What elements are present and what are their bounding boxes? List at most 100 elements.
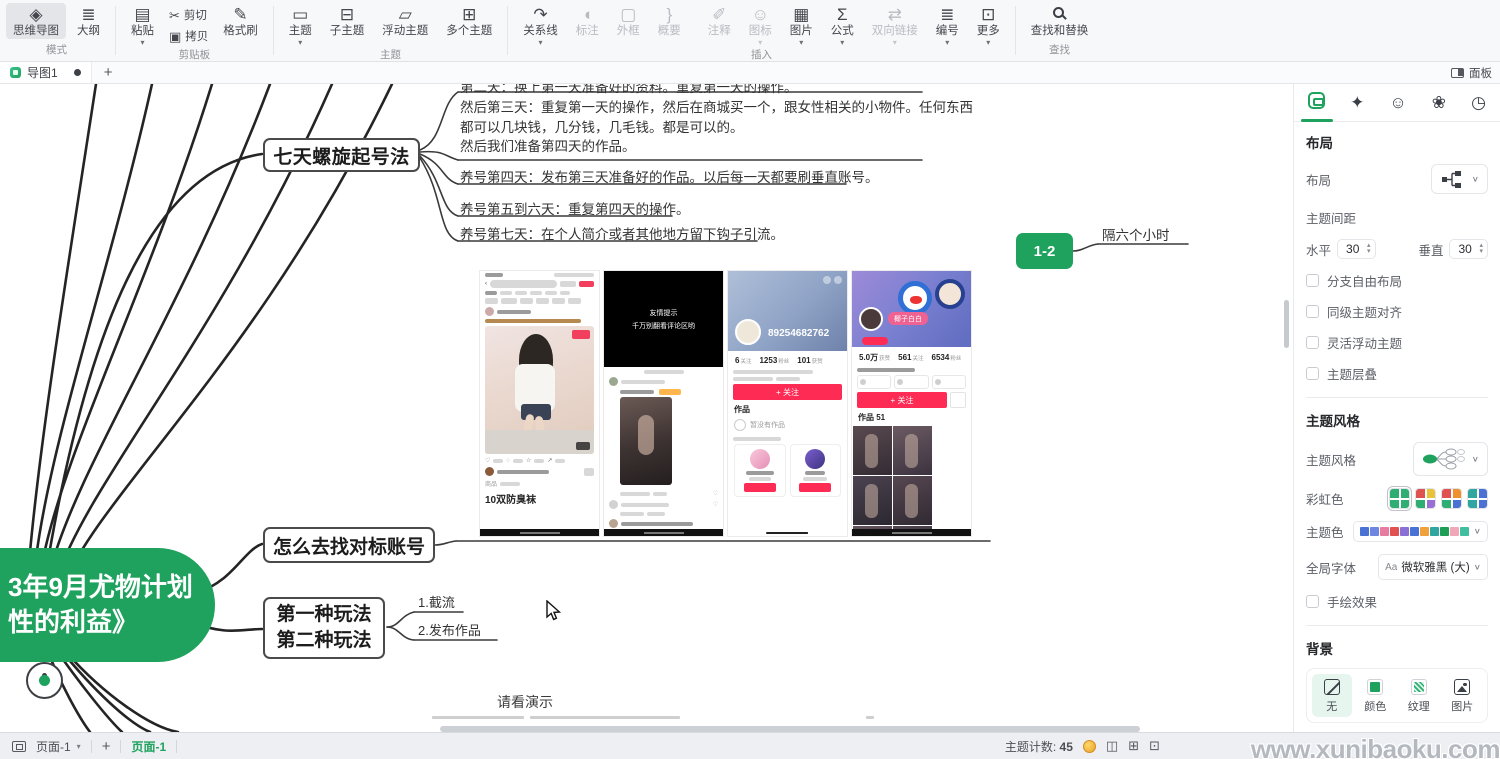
tab-style[interactable]: ✦: [1350, 93, 1364, 121]
comment-button[interactable]: ✐ 注释: [701, 3, 738, 39]
theme-style-dropdown[interactable]: ∨: [1413, 442, 1488, 476]
panel-toggle-button[interactable]: 面板: [1451, 65, 1500, 81]
checkbox: [1306, 274, 1319, 287]
image-button[interactable]: ▦ 图片 ▾: [783, 3, 820, 47]
note-interval[interactable]: 隔六个小时: [1102, 224, 1170, 244]
floating-topic-button[interactable]: ▱ 浮动主题: [375, 3, 435, 39]
topic-count: 主题计数: 45: [1005, 738, 1073, 755]
bg-option-texture[interactable]: 纹理: [1399, 674, 1439, 717]
checkbox-free-layout[interactable]: 分支自由布局: [1306, 271, 1488, 290]
cut-button[interactable]: ✂ 剪切: [165, 6, 212, 24]
grid-view-icon[interactable]: ⊞: [1128, 738, 1139, 754]
theme-color-dropdown[interactable]: ∨: [1353, 521, 1488, 542]
note-play-child-2[interactable]: 2.发布作品: [418, 620, 481, 639]
layout-dropdown[interactable]: ∨: [1431, 164, 1488, 194]
topic-node-play-methods[interactable]: 第一种玩法 第二种玩法: [263, 597, 385, 659]
tab-materials[interactable]: ❀: [1432, 93, 1446, 121]
note-day2[interactable]: 第二天：换上第一天准备好的资料。重复第一天的操作。: [460, 84, 798, 96]
subtopic-icon: ⊟: [340, 6, 354, 24]
mindmap-canvas[interactable]: 3年9月尤物计划 性的利益》 七天螺旋起号法 怎么去找对标账号 第一种玩法 第二…: [0, 84, 1293, 732]
tab-layout[interactable]: [1308, 92, 1325, 122]
formula-icon: Σ: [837, 6, 848, 24]
note-demo[interactable]: 请看演示: [497, 692, 553, 712]
checkbox-topic-overlap[interactable]: 主题层叠: [1306, 364, 1488, 383]
checkbox-flexible-floating[interactable]: 灵活浮动主题: [1306, 333, 1488, 352]
vertical-spacing-stepper[interactable]: 30 ▴▾: [1449, 239, 1488, 259]
outline-mode-button[interactable]: ≣ 大纲: [70, 3, 107, 39]
find-replace-button[interactable]: 查找和替换: [1024, 3, 1096, 39]
numbering-button[interactable]: ≣ 编号 ▾: [929, 3, 966, 47]
aa-icon: Aa: [1385, 562, 1397, 573]
mindmap-mode-button[interactable]: ◈ 思维导图: [6, 3, 66, 39]
home-indicator: [480, 529, 599, 536]
checkbox-sibling-align[interactable]: 同级主题对齐: [1306, 302, 1488, 321]
vertical-scrollbar[interactable]: [1284, 300, 1289, 348]
bg-option-color[interactable]: 颜色: [1356, 674, 1396, 717]
tab-history[interactable]: ◷: [1471, 93, 1486, 121]
add-page-button[interactable]: +: [102, 738, 111, 755]
note-day4[interactable]: 养号第四天：发布第三天准备好的作品。以后每一天都要刷垂直账号。: [460, 166, 879, 186]
boundary-button[interactable]: ▢ 外框: [610, 3, 647, 39]
global-font-dropdown[interactable]: Aa 微软雅黑 (大) ∨: [1378, 554, 1488, 580]
floating-presenter-button[interactable]: [26, 662, 63, 699]
home-indicator: [604, 529, 723, 536]
topic-button[interactable]: ▭ 主题 ▾: [282, 3, 319, 47]
chevron-down-icon: ▾: [77, 742, 81, 751]
bidirectional-link-button[interactable]: ⇄ 双向链接 ▾: [865, 3, 925, 47]
rainbow-option-1[interactable]: [1389, 488, 1410, 509]
summary-button[interactable]: } 概要: [651, 3, 688, 39]
works-label: 作品: [728, 400, 847, 416]
horizontal-spacing-stepper[interactable]: 30 ▴▾: [1337, 239, 1376, 259]
chevron-down-icon: ∨: [1472, 455, 1479, 464]
note-play-child-1[interactable]: 1.截流: [418, 592, 455, 611]
topic-node-find-benchmark[interactable]: 怎么去找对标账号: [263, 527, 435, 563]
horizontal-label: 水平: [1306, 240, 1331, 259]
cartoon-banner: [898, 281, 932, 315]
rainbow-option-2[interactable]: [1415, 488, 1436, 509]
topic-node-seven-day-method[interactable]: 七天螺旋起号法: [263, 138, 420, 172]
root-topic-node[interactable]: 3年9月尤物计划 性的利益》: [0, 548, 215, 662]
medal-icon: [1083, 740, 1096, 753]
paste-button[interactable]: ▤ 粘贴 ▾: [124, 3, 161, 47]
history-clock-icon: ◷: [1471, 93, 1486, 112]
screenshot-profile-works: 椰子白白 5.0万获赞 561关注 6534粉丝 + 关注: [851, 270, 972, 537]
format-painter-button[interactable]: ✎ 格式刷: [216, 3, 265, 39]
copy-icon: ▣: [169, 29, 181, 44]
multi-topic-button[interactable]: ⊞ 多个主题: [439, 3, 499, 39]
comment-icon: ✐: [712, 6, 726, 24]
page-tab-active[interactable]: 页面-1: [131, 738, 166, 755]
bg-option-none[interactable]: 无: [1312, 674, 1352, 717]
checkbox-sketch-effect[interactable]: 手绘效果: [1306, 592, 1488, 611]
ribbon-separator: [115, 6, 116, 55]
texture-icon: [1411, 679, 1427, 695]
note-day3[interactable]: 然后第三天：重复第一天的操作，然后在商城买一个，跟女性相关的小物件。任何东西 都…: [460, 98, 973, 157]
add-document-tab-button[interactable]: +: [92, 64, 125, 81]
tab-stickers[interactable]: ☺: [1389, 93, 1406, 121]
copy-button[interactable]: ▣ 拷贝: [165, 27, 212, 45]
none-icon: [1324, 679, 1340, 695]
rainbow-option-3[interactable]: [1441, 488, 1462, 509]
note-day5-6[interactable]: 养号第五到六天：重复第四天的操作。: [460, 198, 690, 218]
formula-button[interactable]: Σ 公式 ▾: [824, 3, 861, 47]
ribbon-group-mode: ◈ 思维导图 ≣ 大纲 模式: [0, 0, 113, 61]
empty-works-row: 暂没有作品: [728, 416, 847, 434]
bg-option-image[interactable]: 图片: [1443, 674, 1483, 717]
rainbow-option-4[interactable]: [1467, 488, 1488, 509]
attached-screenshots-image[interactable]: ‹ ♡ ◌ ☆ ↗: [479, 270, 972, 537]
page-dropdown[interactable]: 页面-1 ▾: [36, 738, 81, 755]
more-button[interactable]: ⊡ 更多 ▾: [970, 3, 1007, 47]
icon-marker-button[interactable]: ☺ 图标 ▾: [742, 3, 779, 47]
format-painter-icon: ✎: [233, 6, 247, 24]
relation-line-button[interactable]: ↷ 关系线 ▾: [516, 3, 565, 47]
fit-window-icon[interactable]: ⊡: [1149, 738, 1160, 754]
document-tab[interactable]: 导图1: [0, 62, 92, 83]
note-day7[interactable]: 养号第七天：在个人简介或者其他地方留下钩子引流。: [460, 223, 784, 243]
page-overview-icon[interactable]: [12, 741, 26, 752]
topic-node-1-2-badge[interactable]: 1-2: [1016, 233, 1073, 269]
reading-view-icon[interactable]: ◫: [1106, 738, 1118, 754]
subtopic-button[interactable]: ⊟ 子主题: [323, 3, 372, 39]
screenshot-profile-empty: 89254682762 6关注 1253粉丝 101获赞 + 关注 作品 暂没有…: [727, 270, 848, 537]
document-tab-label: 导图1: [27, 64, 58, 81]
callout-button[interactable]: ◖ 标注: [569, 3, 606, 39]
comment-photo-thumbnail: [620, 397, 672, 485]
